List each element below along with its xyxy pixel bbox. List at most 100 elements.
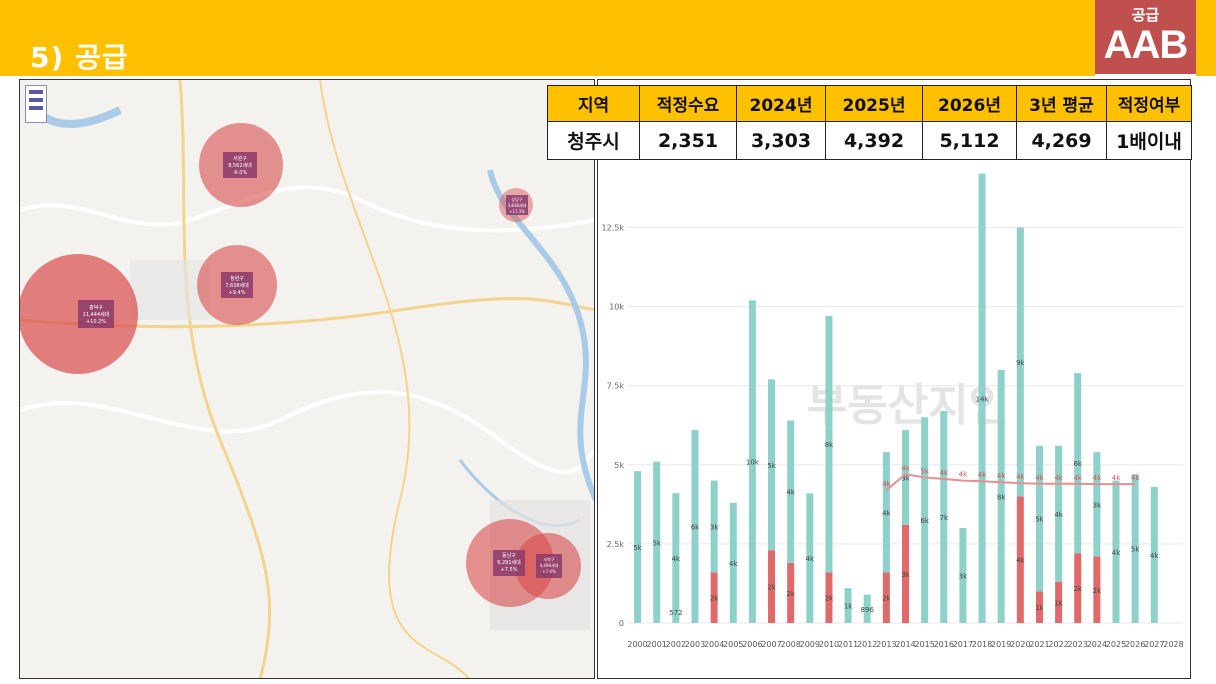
y-tick-label: 5k: [614, 461, 624, 470]
bar-label-teal: 5k: [652, 539, 661, 547]
x-tick-label: 2028: [1163, 640, 1183, 649]
bar-label-teal: 8k: [825, 441, 834, 449]
bar-label-teal: 3k: [710, 523, 719, 531]
bubble-label-seobuk: 서북구: [543, 556, 554, 562]
average-label: 4k: [1016, 473, 1025, 481]
map-legend[interactable]: [25, 85, 47, 123]
bar-label-teal: 1k: [844, 603, 853, 611]
page-title: 5) 공급: [30, 41, 129, 74]
header-bar: 5) 공급: [0, 0, 1216, 76]
bar-label-red: 2k: [710, 595, 719, 603]
table-cell: 1배이내: [1106, 121, 1192, 160]
bar-label-teal: 9k: [1016, 359, 1025, 367]
x-tick-label: 2025: [1106, 640, 1126, 649]
table-header: 2024년: [736, 85, 826, 122]
bubble-change-heungdeok: +10.2%: [86, 319, 106, 325]
bar-label-red: 1k: [1054, 599, 1063, 607]
bar-label-teal: 3k: [1093, 501, 1102, 509]
x-tick-label: 2024: [1087, 640, 1107, 649]
x-tick-label: 2003: [685, 640, 705, 649]
table-row: 청주시 2,351 3,303 4,392 5,112 4,269 1배이내: [547, 121, 1192, 160]
bar-label-teal: 5k: [1035, 516, 1044, 524]
average-label: 4k: [1073, 474, 1082, 482]
bar-label-teal: 14k: [976, 395, 990, 403]
table-cell: 2,351: [639, 121, 737, 160]
bar-label-teal: 6k: [691, 523, 700, 531]
y-tick-label: 12.5k: [602, 223, 625, 232]
average-label: 4k: [1035, 474, 1044, 482]
bar-label-special: 572: [669, 609, 682, 617]
bar-label-teal: 4k: [1150, 552, 1159, 560]
table-header: 적정여부: [1106, 85, 1192, 122]
bar-label-red: 2k: [1093, 587, 1102, 595]
bar-label-teal: 4k: [729, 560, 738, 568]
bar-label-teal: 5k: [633, 544, 642, 552]
badge-category: 공급: [1131, 6, 1160, 24]
x-tick-label: 2015: [914, 640, 934, 649]
table-header: 3년 평균: [1016, 85, 1107, 122]
bubble-value-sangdang: 3,836세대: [508, 202, 527, 208]
bar-label-teal: 4k: [1112, 549, 1121, 557]
x-tick-label: 2018: [972, 640, 992, 649]
region-map[interactable]: 서원구 8,562세대 -6.0% 청원구 7,638세대 +9.4% 흥덕구 …: [19, 79, 595, 679]
bubble-label-cheongwon: 청원구: [230, 275, 244, 282]
bubble-change-cheongwon: +9.4%: [229, 290, 246, 296]
average-label: 4k: [997, 472, 1006, 480]
bubble-change-sangdang: +17.3%: [509, 209, 525, 214]
bar-label-teal: 4k: [1054, 511, 1063, 519]
bar-label-red: 2k: [786, 590, 795, 598]
y-tick-label: 7.5k: [607, 382, 625, 391]
average-label: 4k: [1093, 474, 1102, 482]
x-tick-label: 2027: [1144, 640, 1164, 649]
bar-label-teal: 5k: [767, 462, 776, 470]
bubble-label-dongnam: 동남구: [502, 552, 516, 559]
bar-label-teal: 10k: [746, 459, 760, 467]
x-tick-label: 2022: [1048, 640, 1068, 649]
category-badge: 공급 AAB: [1095, 0, 1196, 76]
x-tick-label: 2007: [761, 640, 781, 649]
table-cell: 3,303: [736, 121, 826, 160]
x-tick-label: 2010: [819, 640, 839, 649]
x-tick-label: 2012: [857, 640, 877, 649]
table-cell: 5,112: [922, 121, 1017, 160]
x-tick-label: 2000: [627, 640, 647, 649]
table-header: 적정수요: [639, 85, 737, 122]
bubble-value-seobuk: 4,496세대: [540, 562, 559, 568]
y-tick-label: 10k: [609, 303, 624, 312]
y-tick-label: 2.5k: [607, 540, 625, 549]
x-tick-label: 2008: [780, 640, 800, 649]
bar-label-red: 2k: [882, 595, 891, 603]
bar-label-teal: 4k: [672, 555, 681, 563]
table-header: 지역: [547, 85, 640, 122]
bar-label-red: 2k: [825, 595, 834, 603]
average-label: 4k: [1131, 474, 1140, 482]
table-cell: 4,269: [1016, 121, 1107, 160]
chart-panel: 부동산지인 0 2.5k 5k 7.5k 10k 12.5k 5k 2000 5k 2001 4k 57…: [597, 79, 1191, 679]
bar-label-teal: 5k: [1131, 546, 1140, 554]
table-header-row: 지역 적정수요 2024년 2025년 2026년 3년 평균 적정여부: [547, 85, 1192, 122]
x-tick-label: 2016: [934, 640, 954, 649]
bubble-value-seowon: 8,562세대: [228, 162, 252, 169]
table-header: 2026년: [922, 85, 1017, 122]
bar-label-red: 3k: [901, 571, 910, 579]
average-label: 4k: [978, 471, 987, 479]
x-tick-label: 2001: [647, 640, 667, 649]
x-tick-label: 2017: [953, 640, 973, 649]
bubble-change-seobuk: +7.4%: [542, 569, 556, 574]
supply-table: 지역 적정수요 2024년 2025년 2026년 3년 평균 적정여부 청주시…: [547, 85, 1192, 160]
bubble-value-dongnam: 6,291세대: [497, 559, 521, 566]
x-tick-label: 2011: [838, 640, 858, 649]
table-cell: 4,392: [825, 121, 923, 160]
bubble-label-seowon: 서원구: [233, 155, 247, 162]
x-tick-label: 2019: [991, 640, 1011, 649]
bar-label-teal: 896: [861, 606, 875, 614]
table-header: 2025년: [825, 85, 923, 122]
bar-label-red: 2k: [767, 584, 776, 592]
average-label: 4k: [1054, 474, 1063, 482]
bar-label-red: 4k: [1016, 557, 1025, 565]
average-label: 4k: [940, 469, 949, 477]
bar-label-teal: 7k: [940, 514, 949, 522]
bar-label-teal: 4k: [806, 555, 815, 563]
bubble-label-heungdeok: 흥덕구: [89, 304, 103, 311]
x-tick-label: 2009: [800, 640, 820, 649]
